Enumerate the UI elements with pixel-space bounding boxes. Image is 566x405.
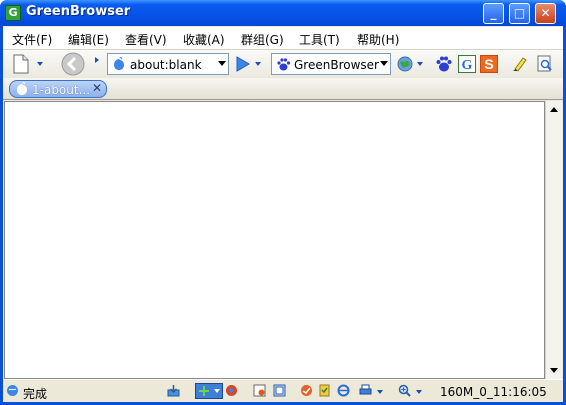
security-icon[interactable] [300, 384, 313, 397]
close-button[interactable]: ✕ [535, 3, 556, 24]
page-icon [114, 57, 124, 70]
new-page-dropdown-icon[interactable] [37, 62, 43, 66]
page-content[interactable] [4, 101, 545, 379]
search-engine-dropdown-icon[interactable] [380, 61, 388, 66]
status-page-icon [7, 385, 18, 396]
window-mode-icon[interactable] [273, 384, 286, 397]
window-frame: 文件(F) 编辑(E) 查看(V) 收藏(A) 群组(G) 工具(T) 帮助(H… [3, 26, 563, 402]
menu-file[interactable]: 文件(F) [12, 31, 52, 48]
google-g-icon[interactable]: G [458, 55, 476, 73]
zoom-dropdown-icon[interactable] [416, 390, 422, 394]
menu-edit[interactable]: 编辑(E) [68, 31, 109, 48]
popup-block-icon[interactable] [253, 384, 266, 397]
tab-label: 1-about... [32, 83, 91, 97]
search-engine-label: GreenBrowser [294, 58, 379, 72]
download-icon[interactable] [167, 384, 180, 397]
back-icon[interactable] [61, 52, 85, 76]
tab-close-icon[interactable]: ✕ [92, 81, 102, 95]
go-dropdown-icon[interactable] [255, 62, 261, 66]
media-icon[interactable] [225, 384, 238, 397]
baidu-paw-icon [277, 58, 291, 71]
menu-bar: 文件(F) 编辑(E) 查看(V) 收藏(A) 群组(G) 工具(T) 帮助(H… [3, 27, 563, 49]
status-text: 完成 [23, 387, 48, 401]
proxy-toggle-icon[interactable] [195, 383, 223, 399]
history-dropdown-icon[interactable] [95, 57, 99, 63]
greenbrowser-app-icon: G [5, 5, 21, 21]
globe-icon[interactable] [396, 55, 414, 73]
search-engine-box[interactable]: GreenBrowser [271, 53, 391, 75]
menu-favorites[interactable]: 收藏(A) [183, 31, 225, 48]
scroll-up-icon[interactable] [550, 107, 558, 112]
address-input[interactable]: about:blank [130, 58, 202, 72]
maximize-button[interactable]: □ [509, 3, 530, 24]
tab-page-icon [17, 82, 27, 95]
scroll-down-icon[interactable] [550, 368, 558, 373]
address-bar[interactable]: about:blank [107, 53, 229, 75]
tab-bar: 1-about... ✕ [3, 78, 563, 100]
svg-text:G: G [462, 58, 473, 73]
new-page-icon[interactable] [12, 54, 30, 74]
zoom-icon[interactable] [398, 384, 411, 397]
menu-tools[interactable]: 工具(T) [299, 31, 340, 48]
ie-icon[interactable] [337, 384, 350, 397]
globe-dropdown-icon[interactable] [417, 62, 423, 66]
memory-clock-readout: 160M_0_11:16:05 [440, 385, 547, 399]
window-title: GreenBrowser [26, 4, 131, 19]
print-icon[interactable] [359, 384, 372, 397]
browser-window: G GreenBrowser _ □ ✕ 文件(F) 编辑(E) 查看(V) 收… [0, 0, 566, 405]
svg-text:S: S [484, 56, 493, 72]
main-toolbar: about:blank GreenBrowser G S [3, 49, 563, 77]
minimize-button[interactable]: _ [483, 3, 504, 24]
go-icon[interactable] [234, 55, 252, 73]
address-dropdown-icon[interactable] [218, 61, 226, 66]
title-bar[interactable]: G GreenBrowser _ □ ✕ [0, 0, 566, 26]
find-icon[interactable] [536, 55, 554, 73]
print-dropdown-icon[interactable] [377, 390, 383, 394]
tab-about-blank[interactable]: 1-about... ✕ [9, 80, 107, 98]
sogou-s-icon[interactable]: S [480, 55, 498, 73]
script-icon[interactable] [318, 384, 331, 397]
menu-help[interactable]: 帮助(H) [357, 31, 399, 48]
status-bar: 完成 160M_0_11:16:05 [3, 379, 563, 402]
highlighter-icon[interactable] [511, 55, 529, 73]
baidu-search-icon[interactable] [435, 55, 453, 73]
vertical-scrollbar[interactable] [545, 101, 562, 379]
menu-groups[interactable]: 群组(G) [241, 31, 284, 48]
menu-view[interactable]: 查看(V) [125, 31, 167, 48]
